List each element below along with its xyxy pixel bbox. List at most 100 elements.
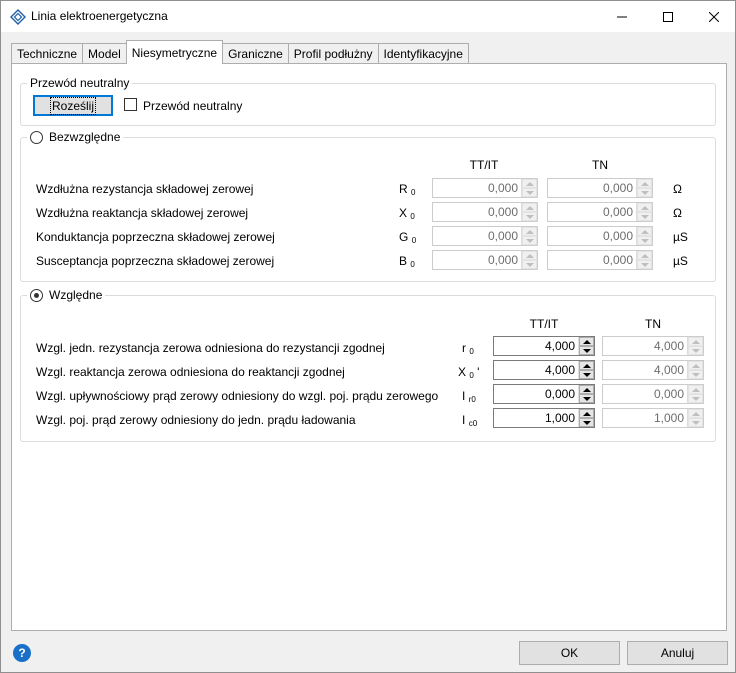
spin-up-icon[interactable] (579, 337, 594, 346)
tab-identyfikacyjne[interactable]: Identyfikacyjne (377, 43, 469, 64)
distribute-button[interactable]: Roześlij (33, 95, 113, 116)
absolute-row-unit: Ω (673, 206, 682, 220)
cancel-button-label: Anuluj (660, 646, 695, 660)
absolute-row-symbol: R 0 (399, 182, 416, 197)
absolute-tn-spinner[interactable]: 0,000 (547, 202, 653, 222)
absolute-ttit-spinner[interactable]: 0,000 (432, 226, 538, 246)
spin-down-icon[interactable] (579, 394, 594, 403)
app-icon (10, 9, 26, 25)
tab-model[interactable]: Model (82, 43, 127, 64)
relative-row-label: Wzgl. reaktancja zerowa odniesiona do re… (36, 365, 345, 379)
neutral-conductor-checkbox-label: Przewód neutralny (143, 99, 243, 113)
relative-ttit-spinner[interactable]: 4,000 (493, 336, 595, 356)
absolute-option-label: Bezwzględne (49, 130, 121, 144)
absolute-row-unit: Ω (673, 182, 682, 196)
relative-tn-spinner[interactable]: 4,000 (602, 336, 704, 356)
relative-row-label: Wzgl. upływnościowy prąd zerowy odniesio… (36, 389, 439, 403)
absolute-col-ttit-header: TT/IT (469, 158, 499, 172)
absolute-row-label: Wzdłużna reaktancja składowej zerowej (36, 206, 249, 220)
relative-option[interactable]: Względne (27, 288, 105, 302)
spin-down-icon[interactable] (579, 418, 594, 427)
relative-ttit-spinner[interactable]: 0,000 (493, 384, 595, 404)
spin-down-icon[interactable] (579, 370, 594, 379)
spin-down-icon[interactable] (637, 188, 652, 197)
absolute-ttit-spinner[interactable]: 0,000 (432, 202, 538, 222)
absolute-tn-spinner[interactable]: 0,000 (547, 226, 653, 246)
relative-row-symbol: I c0 (462, 413, 478, 428)
absolute-row-symbol: B 0 (399, 254, 415, 269)
relative-row-label: Wzgl. jedn. rezystancja zerowa odniesion… (36, 341, 385, 355)
spin-up-icon[interactable] (688, 361, 703, 370)
spin-down-icon[interactable] (688, 370, 703, 379)
relative-tn-spinner[interactable]: 4,000 (602, 360, 704, 380)
relative-tn-spinner[interactable]: 1,000 (602, 408, 704, 428)
spin-up-icon[interactable] (522, 251, 537, 260)
tab-techniczne[interactable]: Techniczne (11, 43, 84, 64)
relative-radio[interactable] (30, 288, 43, 302)
spin-down-icon[interactable] (688, 394, 703, 403)
title-bar: Linia elektroenergetyczna (1, 1, 735, 32)
spin-up-icon[interactable] (579, 361, 594, 370)
relative-col-tn-header: TN (645, 317, 661, 331)
spin-up-icon[interactable] (688, 385, 703, 394)
relative-row-symbol: X 0 ' (458, 365, 480, 380)
spin-up-icon[interactable] (522, 227, 537, 236)
spin-up-icon[interactable] (637, 227, 652, 236)
absolute-radio[interactable] (30, 130, 43, 144)
spin-down-icon[interactable] (522, 236, 537, 245)
tab-niesymetryczne[interactable]: Niesymetryczne (125, 40, 224, 64)
relative-option-label: Względne (49, 288, 103, 302)
spin-up-icon[interactable] (688, 409, 703, 418)
spin-down-icon[interactable] (688, 346, 703, 355)
tab-graniczne[interactable]: Graniczne (222, 43, 289, 64)
relative-row-symbol: I r0 (462, 389, 476, 404)
spin-down-icon[interactable] (522, 188, 537, 197)
tab-panel-niesymetryczne: Przewód neutralny Roześlij Przewód neutr… (11, 63, 727, 631)
relative-row-symbol: r 0 (462, 341, 474, 356)
absolute-col-tn-header: TN (592, 158, 608, 172)
close-icon (709, 11, 719, 22)
neutral-conductor-checkbox[interactable] (124, 98, 137, 111)
spin-down-icon[interactable] (637, 212, 652, 221)
cancel-button[interactable]: Anuluj (627, 641, 728, 665)
spin-down-icon[interactable] (579, 346, 594, 355)
dialog-window: Linia elektroenergetyczna Techniczne Mod… (0, 0, 736, 673)
minimize-button[interactable] (599, 1, 645, 32)
maximize-button[interactable] (645, 1, 691, 32)
spin-up-icon[interactable] (637, 203, 652, 212)
absolute-row-unit: µS (673, 230, 688, 244)
relative-row-label: Wzgl. poj. prąd zerowy odniesiony do jed… (36, 413, 356, 427)
absolute-row-label: Susceptancja poprzeczna składowej zerowe… (36, 254, 275, 268)
relative-ttit-spinner[interactable]: 1,000 (493, 408, 595, 428)
absolute-row-symbol: X 0 (399, 206, 415, 221)
absolute-tn-spinner[interactable]: 0,000 (547, 178, 653, 198)
relative-ttit-spinner[interactable]: 4,000 (493, 360, 595, 380)
spin-up-icon[interactable] (522, 179, 537, 188)
spin-down-icon[interactable] (688, 418, 703, 427)
absolute-option[interactable]: Bezwzględne (27, 130, 123, 144)
absolute-tn-spinner[interactable]: 0,000 (547, 250, 653, 270)
absolute-row-symbol: G 0 (399, 230, 417, 245)
spin-up-icon[interactable] (579, 409, 594, 418)
absolute-ttit-spinner[interactable]: 0,000 (432, 178, 538, 198)
tab-profil-podluzny[interactable]: Profil podłużny (287, 43, 379, 64)
ok-button-label: OK (560, 646, 579, 660)
spin-down-icon[interactable] (637, 236, 652, 245)
relative-tn-spinner[interactable]: 0,000 (602, 384, 704, 404)
spin-up-icon[interactable] (688, 337, 703, 346)
absolute-ttit-spinner[interactable]: 0,000 (432, 250, 538, 270)
ok-button[interactable]: OK (519, 641, 620, 665)
spin-down-icon[interactable] (637, 260, 652, 269)
spin-up-icon[interactable] (579, 385, 594, 394)
close-button[interactable] (691, 1, 736, 32)
minimize-icon (617, 16, 627, 17)
absolute-row-label: Konduktancja poprzeczna składowej zerowe… (36, 230, 275, 244)
help-icon[interactable]: ? (13, 644, 31, 662)
spin-up-icon[interactable] (637, 251, 652, 260)
distribute-button-label: Roześlij (49, 96, 97, 115)
spin-up-icon[interactable] (522, 203, 537, 212)
spin-up-icon[interactable] (637, 179, 652, 188)
spin-down-icon[interactable] (522, 212, 537, 221)
absolute-row-label: Wzdłużna rezystancja składowej zerowej (36, 182, 254, 196)
spin-down-icon[interactable] (522, 260, 537, 269)
